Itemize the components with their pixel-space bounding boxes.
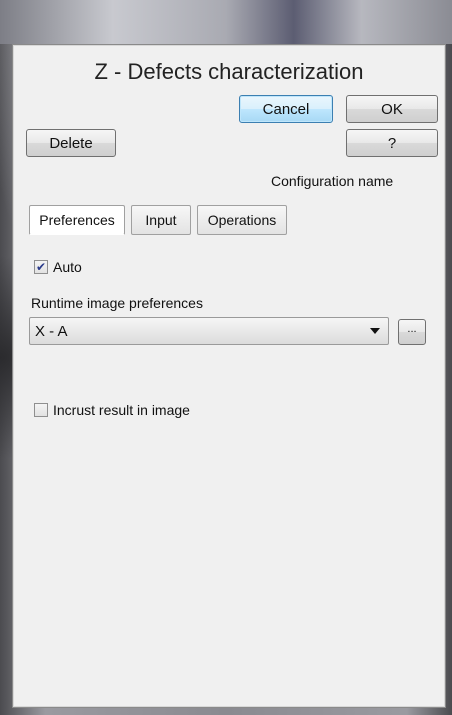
dropdown-arrow-icon bbox=[370, 328, 380, 334]
runtime-image-preferences-label: Runtime image preferences bbox=[31, 295, 203, 311]
tab-preferences[interactable]: Preferences bbox=[29, 205, 125, 235]
incrust-label: Incrust result in image bbox=[53, 402, 190, 418]
dialog-window: Z - Defects characterization Cancel OK D… bbox=[12, 44, 446, 708]
dialog-title: Z - Defects characterization bbox=[94, 59, 364, 84]
runtime-image-selected-value: X - A bbox=[35, 323, 68, 340]
help-button[interactable]: ? bbox=[346, 129, 438, 157]
auto-checkbox[interactable]: ✔ bbox=[34, 260, 48, 274]
delete-button[interactable]: Delete bbox=[26, 129, 116, 157]
auto-label: Auto bbox=[53, 259, 82, 275]
browse-button[interactable]: ... bbox=[398, 319, 426, 345]
ok-button[interactable]: OK bbox=[346, 95, 438, 123]
configuration-name-label: Configuration name bbox=[271, 173, 394, 189]
runtime-image-select[interactable]: X - A bbox=[29, 317, 389, 345]
incrust-checkbox[interactable] bbox=[34, 403, 48, 417]
checkmark-icon: ✔ bbox=[35, 260, 47, 274]
cancel-button[interactable]: Cancel bbox=[239, 95, 333, 123]
tab-operations[interactable]: Operations bbox=[197, 205, 287, 235]
tab-input[interactable]: Input bbox=[131, 205, 191, 235]
background-top-strip bbox=[0, 0, 452, 44]
